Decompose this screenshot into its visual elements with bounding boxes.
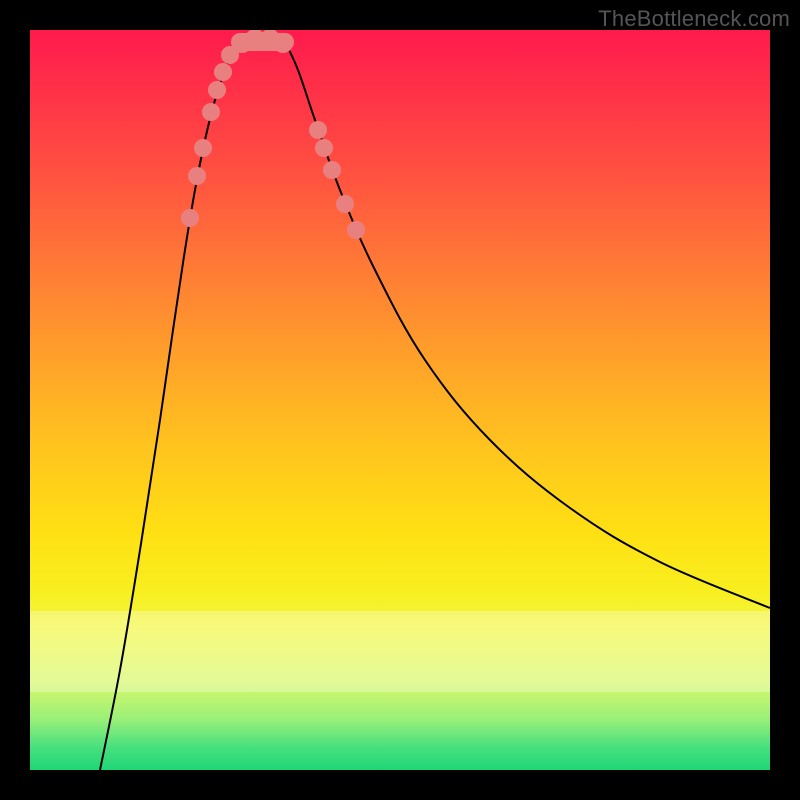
- data-dot: [323, 161, 341, 179]
- data-dot: [336, 195, 354, 213]
- data-dot: [315, 139, 333, 157]
- data-dot: [208, 81, 226, 99]
- data-dots: [181, 30, 365, 239]
- data-dot: [202, 103, 220, 121]
- curve-left: [100, 42, 240, 770]
- watermark-text: TheBottleneck.com: [598, 6, 790, 32]
- data-dot: [194, 139, 212, 157]
- data-dot: [214, 63, 232, 81]
- data-dot: [181, 209, 199, 227]
- curve-right: [285, 42, 770, 608]
- outer-frame: TheBottleneck.com: [0, 0, 800, 800]
- data-dot: [188, 167, 206, 185]
- chart-svg: [30, 30, 770, 770]
- data-dot: [347, 221, 365, 239]
- data-dot: [309, 121, 327, 139]
- data-dot: [273, 33, 293, 53]
- plot-area: [30, 30, 770, 770]
